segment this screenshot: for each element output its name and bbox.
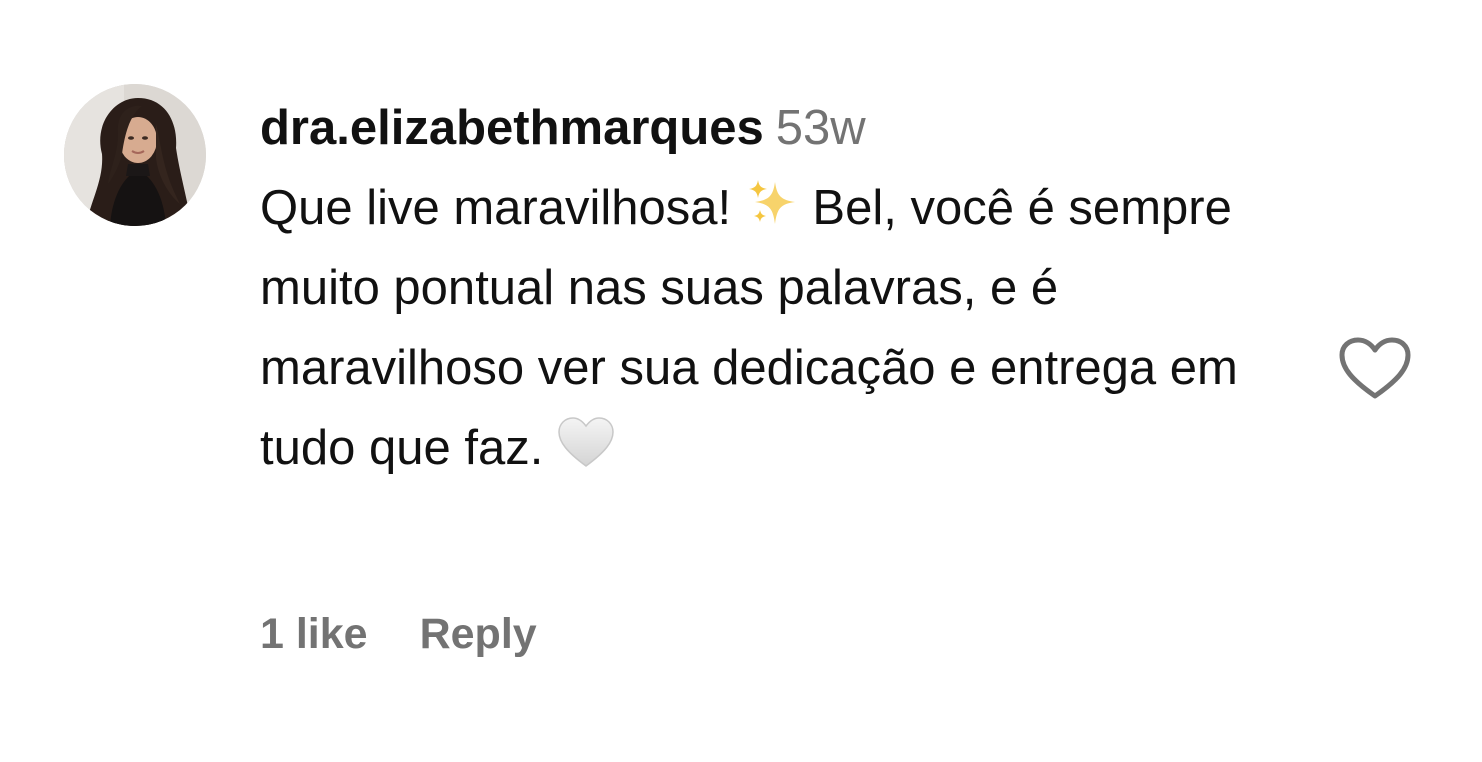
reply-button[interactable]: Reply <box>420 610 537 658</box>
like-button[interactable] <box>1338 336 1412 402</box>
user-avatar[interactable] <box>64 84 206 226</box>
white-heart-emoji <box>557 416 615 470</box>
avatar-image <box>64 84 206 226</box>
comment-content: dra.elizabethmarques 53w Que live maravil… <box>260 96 1300 488</box>
comment-text-part1: Que live maravilhosa! <box>260 181 732 235</box>
comment-item: dra.elizabethmarques 53w Que live maravil… <box>0 0 1482 762</box>
comment-username[interactable]: dra.elizabethmarques <box>260 101 764 155</box>
likes-count-button[interactable]: 1 like <box>260 610 368 658</box>
comment-actions: 1 like Reply <box>260 610 537 659</box>
sparkles-emoji <box>745 176 799 230</box>
comment-timestamp[interactable]: 53w <box>776 101 866 155</box>
comment-header: dra.elizabethmarques 53w <box>260 96 1300 160</box>
comment-text: Que live maravilhosa! Bel, você é sempre… <box>260 168 1300 488</box>
heart-outline-icon <box>1339 337 1411 399</box>
